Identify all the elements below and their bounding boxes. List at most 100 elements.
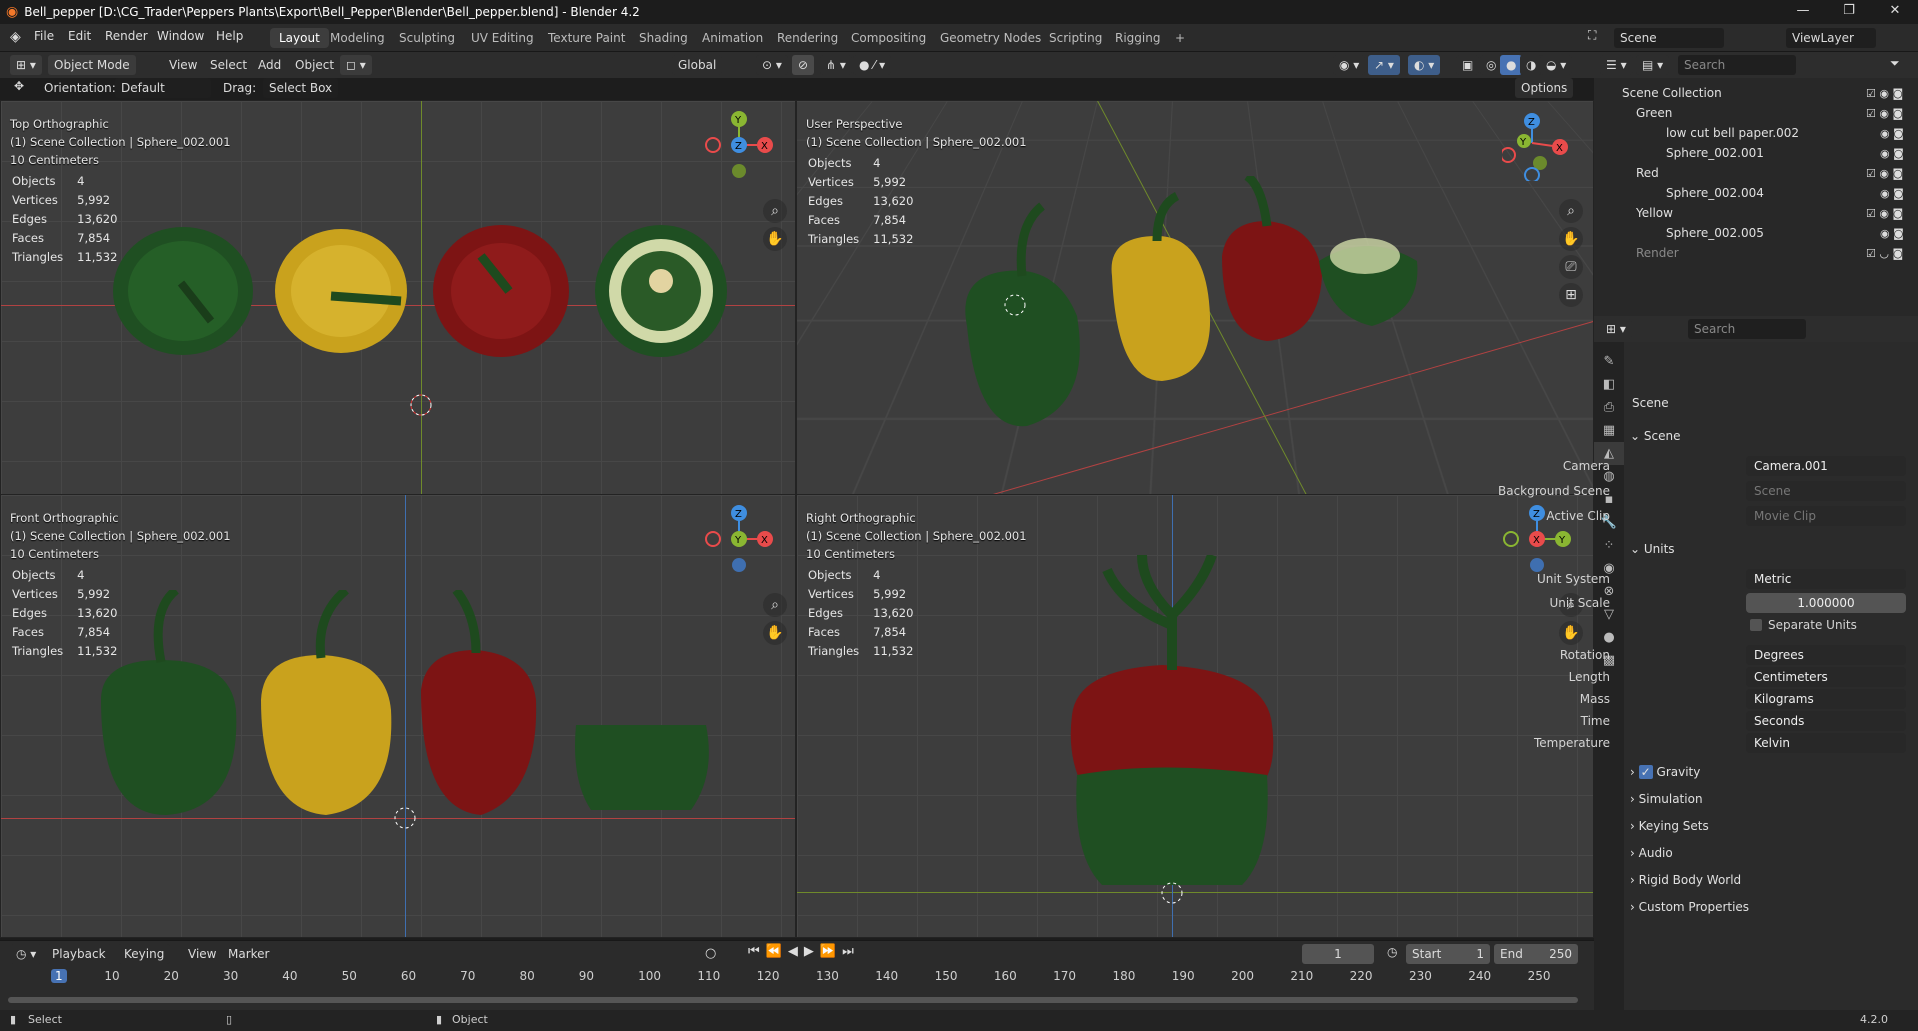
camera-field[interactable]: Camera.001 xyxy=(1746,456,1906,476)
timeline-scrollbar[interactable] xyxy=(8,997,1578,1003)
current-frame-field[interactable]: 1 xyxy=(1302,944,1374,964)
add-workspace-button[interactable]: + xyxy=(1166,28,1194,48)
preview-range-icon[interactable]: ◷ xyxy=(1387,945,1397,959)
marker-menu[interactable]: Marker xyxy=(228,947,269,961)
outliner-item-green[interactable]: Green xyxy=(1636,106,1672,120)
workspace-tab-shading[interactable]: Shading xyxy=(630,28,697,48)
workspace-tab-layout[interactable]: Layout xyxy=(270,28,329,48)
navigation-gizmo[interactable]: Z X Y xyxy=(1502,111,1572,181)
viewport-user-perspective[interactable]: User Perspective (1) Scene Collection | … xyxy=(796,100,1594,495)
gravity-checkbox[interactable]: ✓ xyxy=(1639,765,1653,779)
timeline-editor-type[interactable]: ◷ ▾ xyxy=(10,944,42,964)
workspace-tab-geometry-nodes[interactable]: Geometry Nodes xyxy=(931,28,1050,48)
outliner-item-sphere-005[interactable]: Sphere_002.005 xyxy=(1666,226,1764,240)
zoom-icon[interactable]: ⌕ xyxy=(1559,199,1583,223)
add-menu[interactable]: Add xyxy=(258,58,281,72)
background-scene-field[interactable]: Scene xyxy=(1746,481,1906,501)
pan-hand-icon[interactable]: ✋ xyxy=(1559,621,1583,645)
drag-dropdown[interactable]: Select Box xyxy=(263,78,338,98)
gizmo-toggle[interactable]: ↗ ▾ xyxy=(1368,55,1400,75)
start-frame-field[interactable]: Start 1 xyxy=(1406,944,1490,964)
unit-system-dropdown[interactable]: Metric xyxy=(1746,569,1906,589)
temperature-dropdown[interactable]: Kelvin xyxy=(1746,733,1906,753)
viewport-top-ortho[interactable]: Top Orthographic (1) Scene Collection | … xyxy=(0,100,796,495)
tool-tab-icon[interactable]: ✎ xyxy=(1594,350,1624,373)
view-menu[interactable]: View xyxy=(169,58,197,72)
unit-scale-field[interactable]: 1.000000 xyxy=(1746,593,1906,613)
units-panel-header[interactable]: ⌄ Units xyxy=(1630,537,1912,561)
material-tab-icon[interactable]: ● xyxy=(1594,626,1624,649)
custom-properties-panel-header[interactable]: › Custom Properties xyxy=(1630,895,1912,919)
workspace-tab-rigging[interactable]: Rigging xyxy=(1106,28,1169,48)
menu-render[interactable]: Render xyxy=(105,29,148,43)
view-layer-tab-icon[interactable]: ▦ xyxy=(1594,419,1624,442)
rotation-dropdown[interactable]: Degrees xyxy=(1746,645,1906,665)
end-frame-field[interactable]: End 250 xyxy=(1494,944,1578,964)
overlay-toggle[interactable]: ◐ ▾ xyxy=(1408,55,1440,75)
menu-edit[interactable]: Edit xyxy=(68,29,91,43)
audio-panel-header[interactable]: › Audio xyxy=(1630,841,1912,865)
workspace-tab-modeling[interactable]: Modeling xyxy=(321,28,394,48)
timeline-view-menu[interactable]: View xyxy=(188,947,216,961)
outliner-item-sphere-001[interactable]: Sphere_002.001 xyxy=(1666,146,1764,160)
menu-window[interactable]: Window xyxy=(157,29,204,43)
visibility-toggles[interactable]: ☑ ◉ ◙ ☑ ◉ ◙ ◉ ◙ ◉ ◙ ☑ ◉ ◙ ◉ ◙ ☑ ◉ ◙ ◉ ◙ ☑ ◡ … xyxy=(1866,84,1904,264)
menu-file[interactable]: File xyxy=(34,29,54,43)
mode-selector[interactable]: Object Mode xyxy=(48,55,136,75)
camera-view-icon[interactable]: ⎚ xyxy=(1559,255,1583,279)
record-icon[interactable]: ○ xyxy=(705,946,716,961)
orientation-dropdown[interactable]: Default xyxy=(115,78,211,98)
playback-menu[interactable]: Playback xyxy=(46,944,112,964)
snap-target-dropdown[interactable]: ⋔ ▾ xyxy=(820,55,852,75)
render-tab-icon[interactable]: ◧ xyxy=(1594,373,1624,396)
workspace-tab-uv-editing[interactable]: UV Editing xyxy=(462,28,543,48)
xray-toggle[interactable]: ▣ xyxy=(1456,55,1479,75)
simulation-panel-header[interactable]: › Simulation xyxy=(1630,787,1912,811)
pan-hand-icon[interactable]: ✋ xyxy=(763,227,787,251)
pivot-point-dropdown[interactable]: ⊙ ▾ xyxy=(756,55,788,75)
playback-controls[interactable]: ⏮⏪◀▶⏩⏭ xyxy=(748,944,860,959)
pan-hand-icon[interactable]: ✋ xyxy=(1559,227,1583,251)
maximize-button[interactable]: ❐ xyxy=(1826,0,1872,24)
close-button[interactable]: ✕ xyxy=(1872,0,1918,24)
workspace-tab-sculpting[interactable]: Sculpting xyxy=(390,28,464,48)
scene-selector[interactable]: Scene xyxy=(1614,28,1724,48)
navigation-gizmo[interactable]: Y X Z xyxy=(704,111,774,181)
options-dropdown[interactable]: Options xyxy=(1515,78,1573,98)
output-tab-icon[interactable]: ⎙ xyxy=(1594,396,1624,419)
outliner-editor-type[interactable]: ☰ ▾ xyxy=(1600,55,1633,75)
snap-toggle[interactable]: ⊘ xyxy=(792,55,814,75)
keying-sets-panel-header[interactable]: › Keying Sets xyxy=(1630,814,1912,838)
outliner-search[interactable]: Search xyxy=(1678,55,1796,75)
outliner-item-render[interactable]: Render xyxy=(1636,246,1679,260)
navigation-gizmo[interactable]: Z X Y xyxy=(704,505,774,575)
shading-rendered-button[interactable]: ◒ ▾ xyxy=(1540,55,1572,75)
minimize-button[interactable]: — xyxy=(1780,0,1826,24)
outliner-root[interactable]: Scene Collection xyxy=(1622,86,1722,100)
workspace-tab-rendering[interactable]: Rendering xyxy=(768,28,847,48)
perspective-toggle-icon[interactable]: ⊞ xyxy=(1559,283,1583,307)
outliner-item-yellow[interactable]: Yellow xyxy=(1636,206,1673,220)
transform-orientation-dropdown[interactable]: Global xyxy=(672,55,722,75)
scene-panel-header[interactable]: ⌄ Scene xyxy=(1630,424,1912,448)
gravity-panel-header[interactable]: › ✓ Gravity xyxy=(1630,760,1912,784)
outliner-item-sphere-004[interactable]: Sphere_002.004 xyxy=(1666,186,1764,200)
time-dropdown[interactable]: Seconds xyxy=(1746,711,1906,731)
properties-search[interactable]: Search xyxy=(1688,319,1806,339)
particles-tab-icon[interactable]: ⁘ xyxy=(1594,534,1624,557)
mass-dropdown[interactable]: Kilograms xyxy=(1746,689,1906,709)
menu-help[interactable]: Help xyxy=(216,29,243,43)
pan-hand-icon[interactable]: ✋ xyxy=(763,621,787,645)
zoom-icon[interactable]: ⌕ xyxy=(763,199,787,223)
outliner-item-red[interactable]: Red xyxy=(1636,166,1659,180)
view-layer-selector[interactable]: ViewLayer xyxy=(1786,28,1876,48)
visibility-dropdown[interactable]: ◉ ▾ xyxy=(1333,55,1365,75)
proportional-edit-toggle[interactable]: ● ⁄ ▾ xyxy=(853,55,891,75)
object-type-dropdown[interactable]: ◻ ▾ xyxy=(340,55,372,75)
outliner-item-low-cut[interactable]: low cut bell paper.002 xyxy=(1666,126,1799,140)
properties-editor-type[interactable]: ⊞ ▾ xyxy=(1600,319,1632,339)
zoom-icon[interactable]: ⌕ xyxy=(763,593,787,617)
keying-menu[interactable]: Keying xyxy=(118,944,170,964)
display-mode-dropdown[interactable]: ▤ ▾ xyxy=(1636,55,1669,75)
workspace-tab-scripting[interactable]: Scripting xyxy=(1040,28,1111,48)
